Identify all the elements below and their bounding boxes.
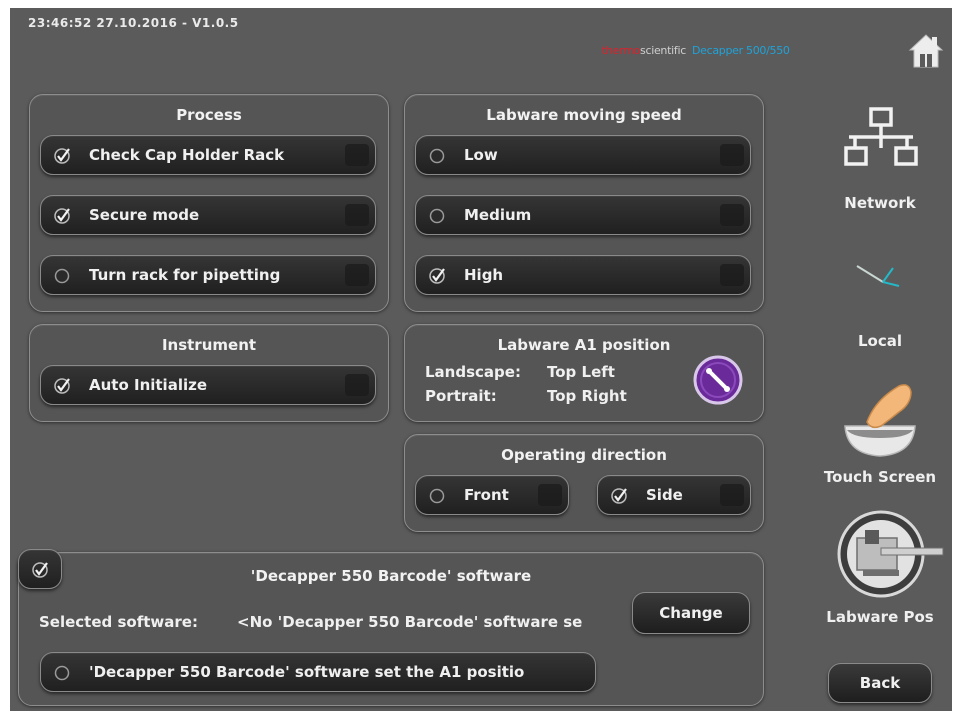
checkbox-empty-icon xyxy=(54,665,70,681)
sidebar-local-label: Local xyxy=(857,332,903,350)
barcode-enable-toggle[interactable] xyxy=(18,549,62,589)
landscape-value: Top Left xyxy=(547,363,615,381)
labware-pos-icon xyxy=(837,510,944,598)
option-label: Front xyxy=(464,486,509,504)
button-edge xyxy=(720,484,744,506)
option-secure-mode[interactable]: Secure mode xyxy=(40,195,376,235)
radio-checked-icon xyxy=(429,268,445,284)
option-label: Turn rack for pipetting xyxy=(89,266,281,284)
brand-logo: thermoscientific Decapper 500/550 xyxy=(602,44,790,57)
checkbox-checked-icon xyxy=(54,208,70,224)
radio-empty-icon xyxy=(429,488,445,504)
sidebar-touch-screen[interactable]: Touch Screen xyxy=(815,378,945,494)
button-edge xyxy=(345,144,369,166)
sidebar-touch-screen-label: Touch Screen xyxy=(823,468,937,486)
a1-position-panel: Labware A1 position Landscape: Top Left … xyxy=(404,324,764,422)
instrument-title: Instrument xyxy=(161,336,257,354)
option-label: Side xyxy=(646,486,683,504)
option-label: Low xyxy=(464,146,498,164)
option-auto-initialize[interactable]: Auto Initialize xyxy=(40,365,376,405)
change-software-button[interactable]: Change xyxy=(632,592,750,634)
datetime-version: 23:46:52 27.10.2016 - V1.0.5 xyxy=(28,16,239,30)
back-button[interactable]: Back xyxy=(828,663,932,703)
button-edge xyxy=(720,144,744,166)
option-direction-front[interactable]: Front xyxy=(415,475,569,515)
button-edge xyxy=(345,204,369,226)
portrait-label: Portrait: xyxy=(425,387,497,405)
rotate-position-icon[interactable] xyxy=(693,355,743,405)
radio-empty-icon xyxy=(429,148,445,164)
network-icon xyxy=(844,107,918,166)
radio-empty-icon xyxy=(429,208,445,224)
button-edge xyxy=(720,204,744,226)
speed-panel: Labware moving speed Low Medium High xyxy=(404,94,764,312)
process-panel: Process Check Cap Holder Rack Secure mod… xyxy=(29,94,389,312)
option-label: Check Cap Holder Rack xyxy=(89,146,285,164)
button-edge xyxy=(538,484,562,506)
checkbox-checked-icon xyxy=(54,378,70,394)
portrait-value: Top Right xyxy=(547,387,627,405)
back-button-label: Back xyxy=(859,674,901,692)
option-speed-low[interactable]: Low xyxy=(415,135,751,175)
process-title: Process xyxy=(176,106,242,124)
change-button-label: Change xyxy=(659,604,723,622)
brand-thermo: thermo xyxy=(602,44,641,57)
option-speed-medium[interactable]: Medium xyxy=(415,195,751,235)
settings-screen: 23:46:52 27.10.2016 - V1.0.5 thermoscien… xyxy=(10,8,952,711)
checkbox-checked-icon xyxy=(54,148,70,164)
option-label: Medium xyxy=(464,206,532,224)
button-edge xyxy=(345,264,369,286)
radio-checked-icon xyxy=(611,488,627,504)
option-speed-high[interactable]: High xyxy=(415,255,751,295)
button-edge xyxy=(345,374,369,396)
sidebar-labware-pos-label: Labware Pos xyxy=(826,608,934,626)
operating-direction-panel: Operating direction Front Side xyxy=(404,434,764,532)
option-check-cap-holder-rack[interactable]: Check Cap Holder Rack xyxy=(40,135,376,175)
option-label: 'Decapper 550 Barcode' software set the … xyxy=(89,663,525,681)
local-icon xyxy=(856,265,900,287)
option-label: High xyxy=(464,266,504,284)
instrument-panel: Instrument Auto Initialize xyxy=(29,324,389,422)
checkbox-checked-icon xyxy=(32,562,48,578)
sidebar-network[interactable]: Network xyxy=(815,98,945,218)
sidebar-local[interactable]: Local xyxy=(815,248,945,358)
selected-software-label: Selected software: xyxy=(39,613,198,631)
speed-title: Labware moving speed xyxy=(486,106,682,124)
touch-screen-icon xyxy=(844,384,916,457)
sidebar-labware-pos[interactable]: Labware Pos xyxy=(815,508,945,634)
a1-position-title: Labware A1 position xyxy=(497,336,671,354)
option-direction-side[interactable]: Side xyxy=(597,475,751,515)
selected-software-value: <No 'Decapper 550 Barcode' software se xyxy=(237,613,583,631)
barcode-title: 'Decapper 550 Barcode' software xyxy=(250,567,532,585)
option-label: Secure mode xyxy=(89,206,200,224)
brand-product: Decapper 500/550 xyxy=(691,44,790,57)
option-label: Auto Initialize xyxy=(89,376,208,394)
button-edge xyxy=(720,264,744,286)
home-icon[interactable] xyxy=(908,32,944,70)
operating-direction-title: Operating direction xyxy=(501,446,667,464)
option-barcode-set-a1-position[interactable]: 'Decapper 550 Barcode' software set the … xyxy=(40,652,596,692)
sidebar-network-label: Network xyxy=(844,194,916,212)
brand-scientific: scientific xyxy=(640,44,686,57)
landscape-label: Landscape: xyxy=(425,363,521,381)
option-turn-rack-for-pipetting[interactable]: Turn rack for pipetting xyxy=(40,255,376,295)
checkbox-empty-icon xyxy=(54,268,70,284)
